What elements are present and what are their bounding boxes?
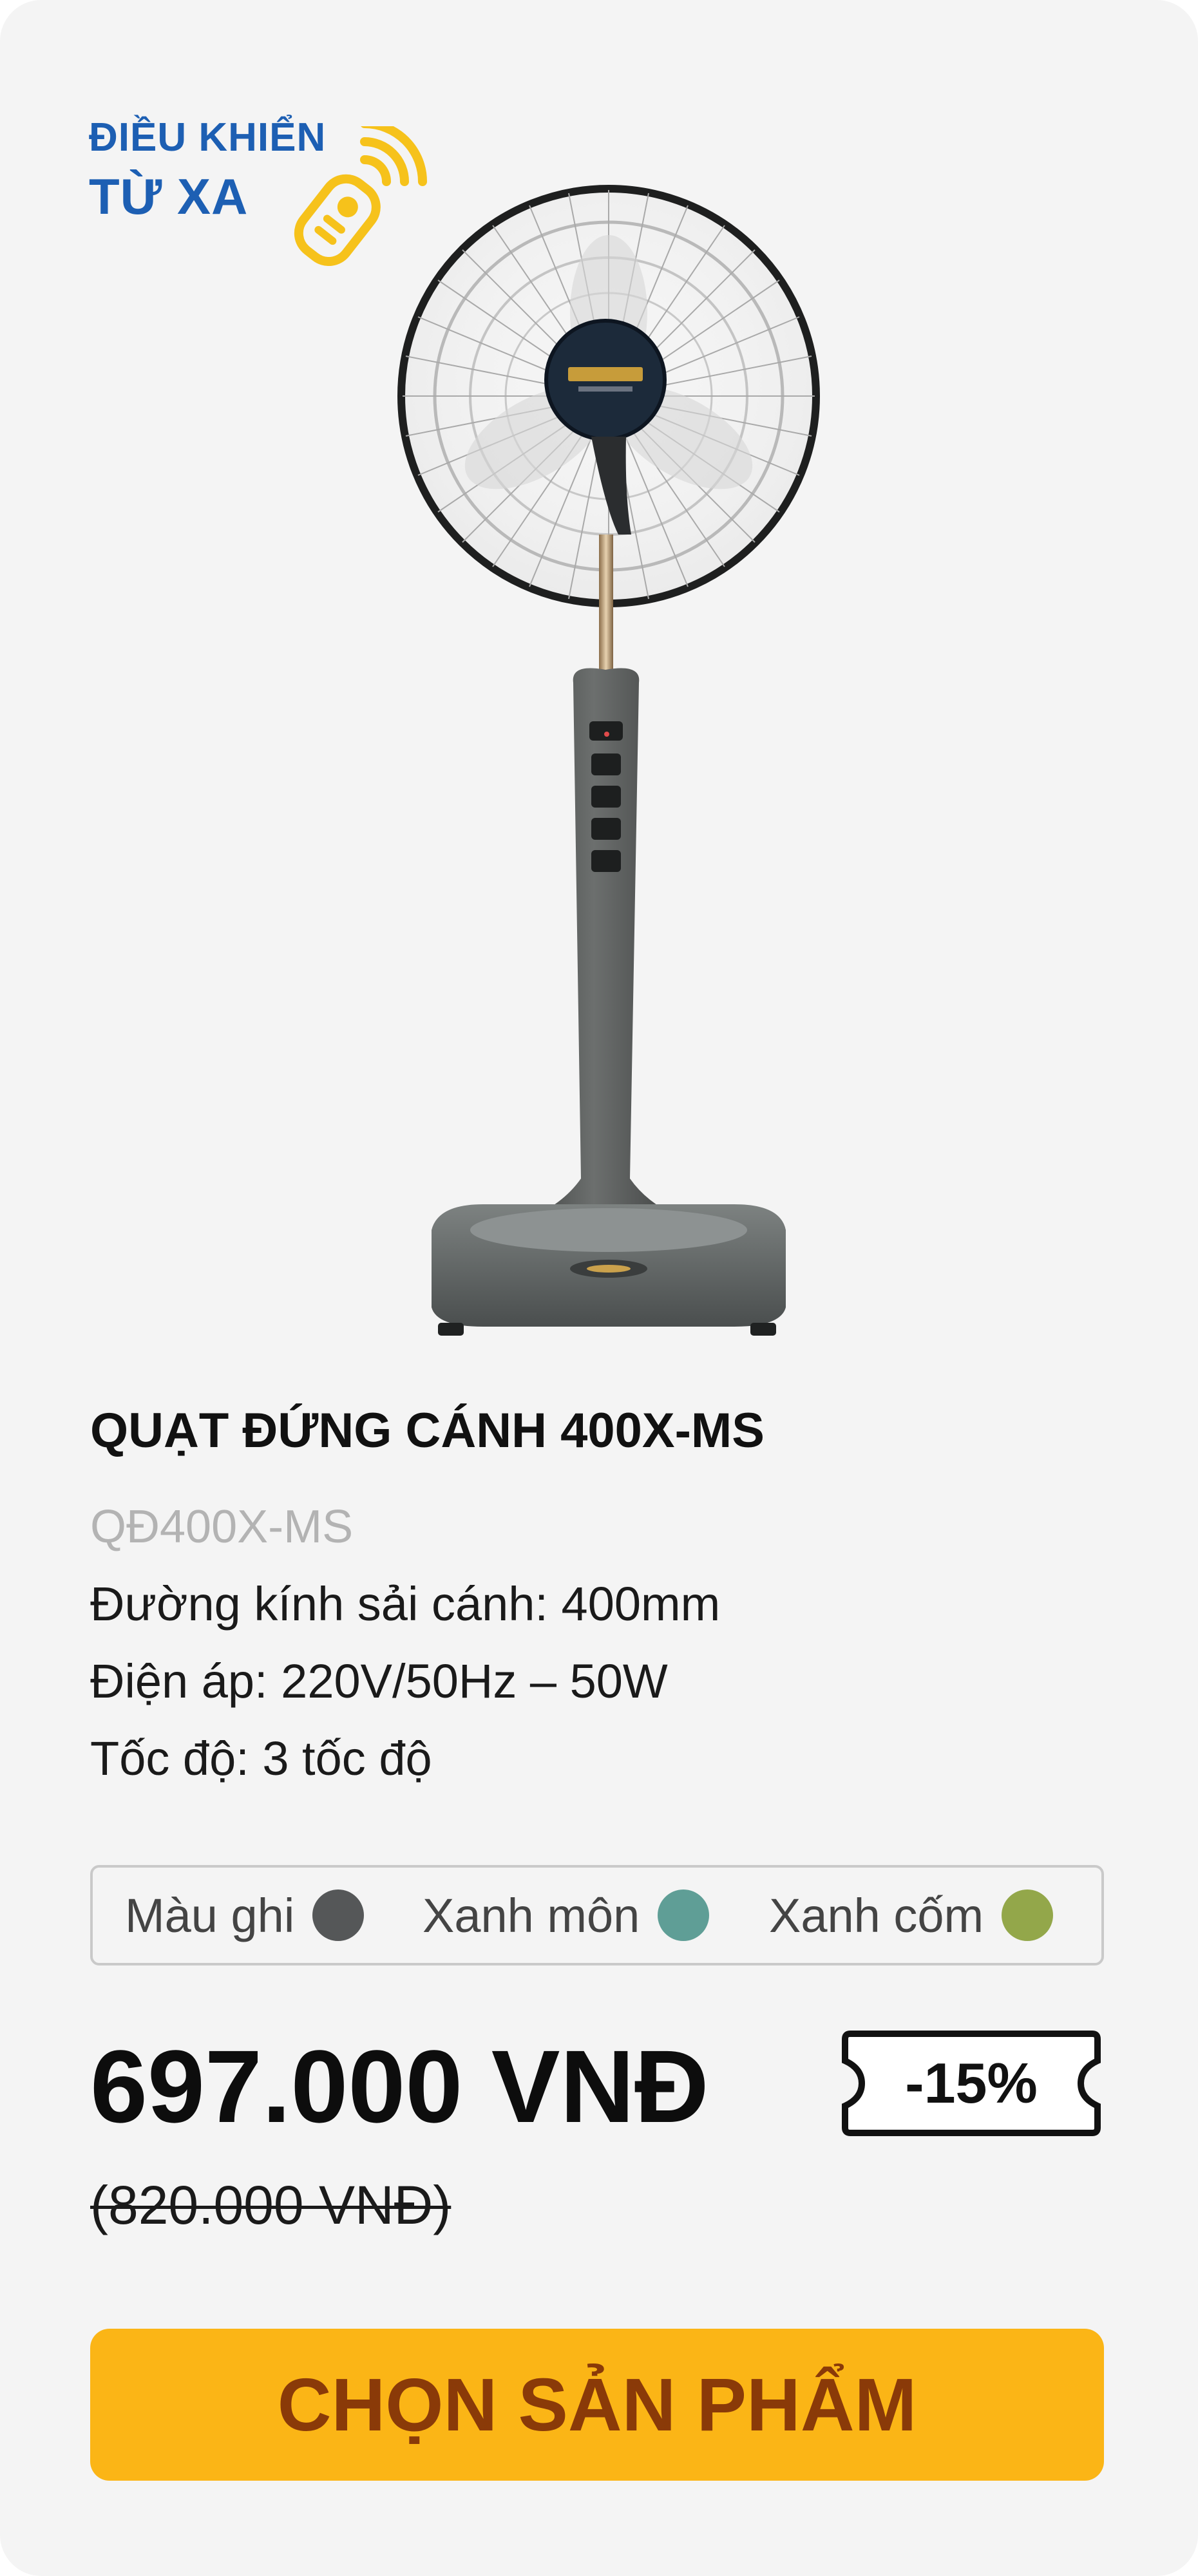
product-card: ĐIỀU KHIỂN TỪ XA QUẠT ĐỨNG CÁNH 400X-MS … [0,0,1198,2576]
spec-blade-diameter: Đường kính sải cánh: 400mm [90,1577,721,1631]
remote-control-badge: ĐIỀU KHIỂN TỪ XA [89,115,427,267]
color-option-teal[interactable]: Xanh môn [423,1868,710,1963]
select-product-button[interactable]: CHỌN SẢN PHẨM [90,2329,1104,2481]
spec-speed: Tốc độ: 3 tốc độ [90,1732,432,1785]
discount-tag: -15% [840,2029,1103,2138]
color-swatch [658,1889,710,1941]
color-option-label: Màu ghi [125,1888,295,1942]
current-price: 697.000 VNĐ [90,2029,709,2144]
color-option-label: Xanh môn [423,1888,640,1942]
color-swatch [1002,1889,1054,1941]
color-option-green[interactable]: Xanh cốm [769,1868,1054,1963]
badge-line-2: TỪ XA [89,168,249,225]
color-swatch [312,1889,365,1941]
product-sku: QĐ400X-MS [90,1501,354,1553]
standing-fan-image [397,185,820,1336]
color-option-label: Xanh cốm [769,1888,984,1942]
discount-label: -15% [905,2051,1038,2115]
product-title: QUẠT ĐỨNG CÁNH 400X-MS [90,1403,765,1458]
color-options: Màu ghi Xanh môn Xanh cốm [90,1865,1104,1965]
original-price: (820.000 VNĐ) [90,2175,452,2235]
spec-voltage: Điện áp: 220V/50Hz – 50W [90,1654,668,1708]
color-option-grey[interactable]: Màu ghi [125,1868,365,1963]
